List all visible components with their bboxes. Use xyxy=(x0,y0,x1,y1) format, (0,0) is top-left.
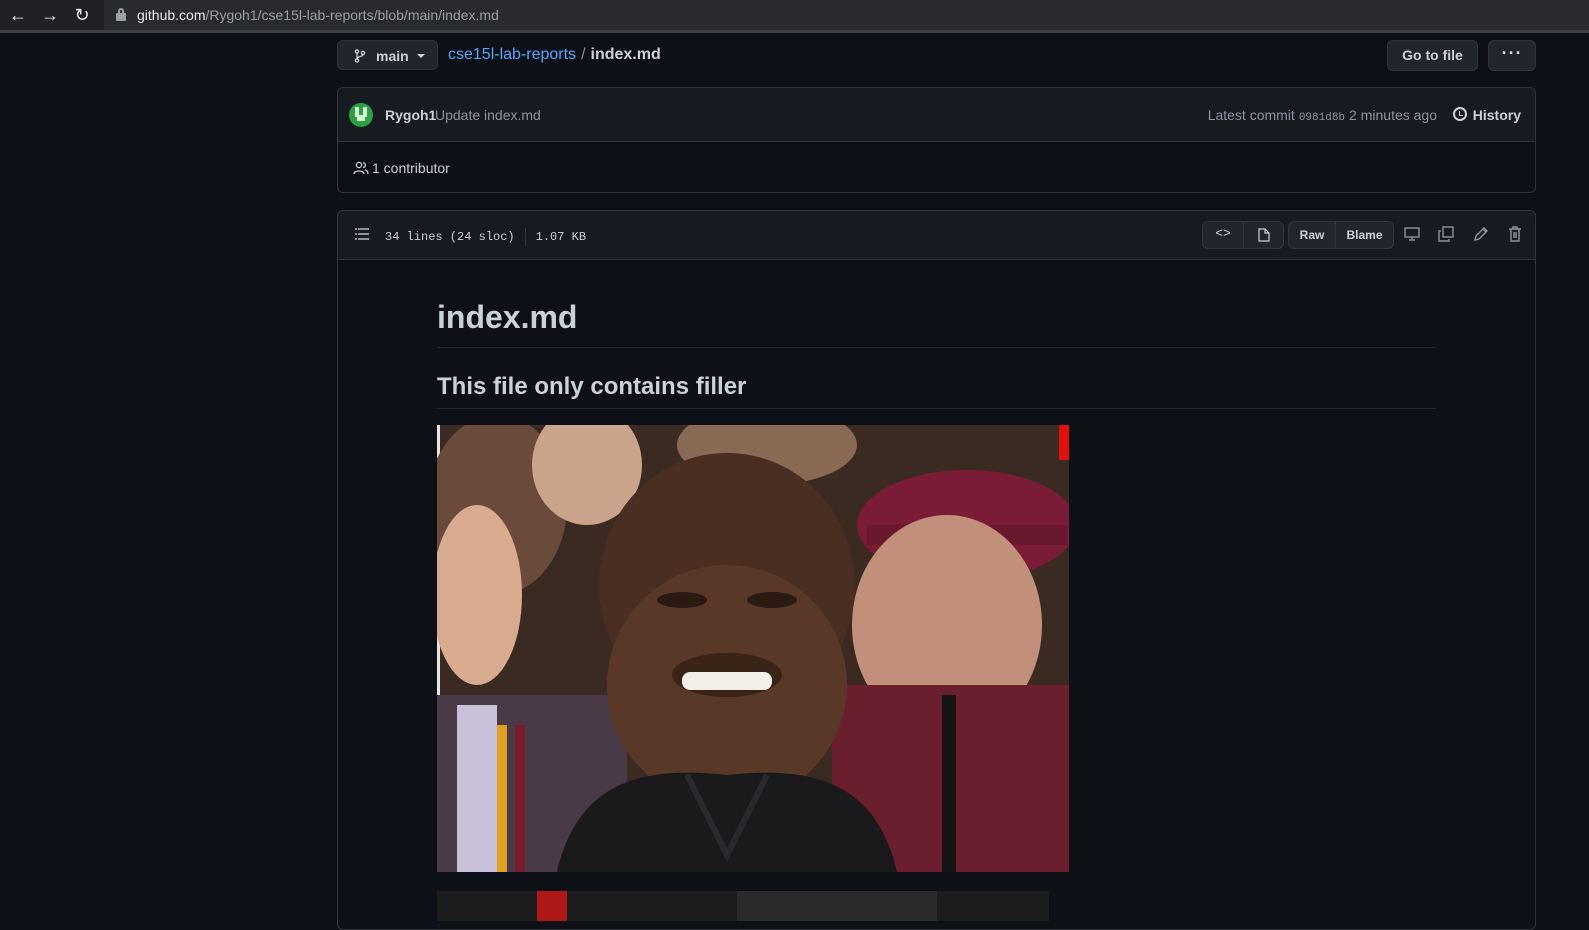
heading-divider xyxy=(437,347,1436,348)
file-line-count: 34 lines (24 sloc) xyxy=(385,230,515,245)
copy-icon[interactable] xyxy=(1437,225,1455,243)
history-link[interactable]: History xyxy=(1473,107,1521,123)
latest-commit-box: Rygoh1 Update index.md Latest commit 0981… xyxy=(337,87,1536,193)
browser-toolbar: ← → ↻ github.com/Rygoh1/cse15l-lab-repor… xyxy=(0,0,1589,33)
display-source-button[interactable]: <> xyxy=(1202,221,1244,249)
history-icon xyxy=(1453,107,1467,121)
breadcrumb-repo-link[interactable]: cse15l-lab-reports xyxy=(448,46,576,63)
file-info: 34 lines (24 sloc) 1.07 KB xyxy=(385,228,586,246)
avatar[interactable] xyxy=(349,103,373,127)
edit-pencil-icon[interactable] xyxy=(1472,225,1490,243)
commit-time: 2 minutes ago xyxy=(1349,107,1437,123)
commit-meta: Latest commit 0981d8b 2 minutes ago xyxy=(1208,107,1437,124)
desktop-icon[interactable] xyxy=(1403,225,1421,243)
breadcrumb-file: index.md xyxy=(590,46,661,63)
commit-row: Rygoh1 Update index.md Latest commit 0981… xyxy=(338,88,1535,142)
address-bar[interactable]: github.com/Rygoh1/cse15l-lab-reports/blo… xyxy=(104,0,1589,30)
blame-button[interactable]: Blame xyxy=(1335,221,1394,249)
file-size: 1.07 KB xyxy=(535,230,587,245)
lock-icon xyxy=(116,8,126,21)
embedded-image xyxy=(437,425,1069,872)
git-branch-icon xyxy=(354,49,366,63)
branch-select-button[interactable]: main xyxy=(337,40,438,70)
commit-author[interactable]: Rygoh1 xyxy=(385,107,436,123)
latest-commit-label: Latest commit xyxy=(1207,107,1295,123)
more-options-button[interactable]: ··· xyxy=(1488,40,1536,71)
breadcrumb-separator: / xyxy=(581,46,586,63)
trash-icon[interactable] xyxy=(1506,225,1524,243)
url-path: /Rygoh1/cse15l-lab-reports/blob/main/ind… xyxy=(205,7,499,23)
go-to-file-button[interactable]: Go to file xyxy=(1387,40,1478,71)
forward-arrow-icon[interactable]: → xyxy=(40,5,60,25)
back-arrow-icon[interactable]: ← xyxy=(8,5,28,25)
display-rendered-button[interactable] xyxy=(1243,221,1284,249)
chevron-down-icon xyxy=(417,54,425,58)
file-viewer: 34 lines (24 sloc) 1.07 KB <> Raw Blame i… xyxy=(337,210,1536,930)
breadcrumb: cse15l-lab-reports / index.md xyxy=(448,46,661,64)
file-header: 34 lines (24 sloc) 1.07 KB <> Raw Blame xyxy=(338,211,1535,260)
table-of-contents-icon[interactable] xyxy=(355,228,369,240)
heading-divider xyxy=(437,408,1436,409)
people-icon xyxy=(353,161,369,175)
url-host: github.com xyxy=(137,7,206,23)
url-text[interactable]: github.com/Rygoh1/cse15l-lab-reports/blo… xyxy=(137,7,499,23)
embedded-image-2 xyxy=(437,891,1049,921)
reload-icon[interactable]: ↻ xyxy=(72,5,92,25)
commit-message[interactable]: Update index.md xyxy=(435,107,541,123)
commit-sha[interactable]: 0981d8b xyxy=(1299,112,1345,124)
branch-name: main xyxy=(376,48,409,64)
file-icon xyxy=(1258,228,1270,242)
markdown-heading-2: This file only contains filler xyxy=(437,373,747,400)
contributors-link[interactable]: 1 contributor xyxy=(372,160,450,176)
markdown-heading-1: index.md xyxy=(437,299,578,335)
raw-button[interactable]: Raw xyxy=(1288,221,1336,249)
